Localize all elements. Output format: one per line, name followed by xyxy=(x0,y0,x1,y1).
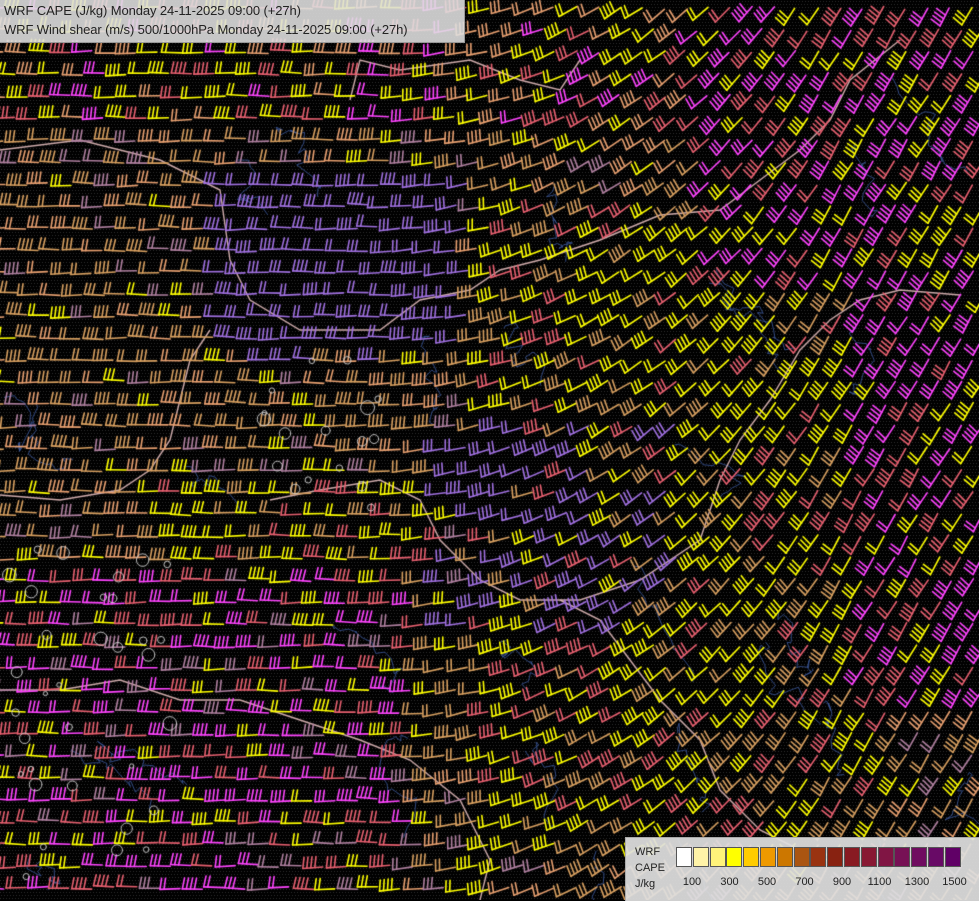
cape-legend: WRF CAPE J/kg 100 300 500 700 900 1100 1300 150… xyxy=(625,837,979,901)
legend-swatch xyxy=(860,847,877,867)
map-title-box: WRF CAPE (J/kg) Monday 24-11-2025 09:00 … xyxy=(0,0,465,43)
legend-swatch xyxy=(911,847,928,867)
legend-swatch xyxy=(743,847,760,867)
legend-tick: 100 xyxy=(682,876,702,888)
legend-swatch xyxy=(877,847,894,867)
legend-model-label: WRF xyxy=(635,846,661,858)
legend-tick: 900 xyxy=(832,876,852,888)
legend-tick: 1500 xyxy=(942,876,967,888)
legend-color-scale xyxy=(676,847,962,869)
legend-unit-label: J/kg xyxy=(635,878,656,890)
legend-swatch xyxy=(927,847,944,867)
legend-tick: 1100 xyxy=(867,876,892,888)
legend-swatch xyxy=(709,847,726,867)
legend-swatch xyxy=(810,847,827,867)
legend-swatch xyxy=(759,847,776,867)
legend-swatch xyxy=(726,847,743,867)
legend-tick-labels: 100 300 500 700 900 1100 1300 1500 xyxy=(676,876,976,890)
wind-shear-barb-map xyxy=(0,0,979,900)
legend-swatch xyxy=(692,847,709,867)
legend-tick: 1300 xyxy=(904,876,930,888)
legend-swatch xyxy=(944,847,961,867)
legend-tick: 700 xyxy=(795,876,814,888)
legend-swatch xyxy=(676,847,692,867)
legend-swatch xyxy=(776,847,793,867)
legend-swatch xyxy=(894,847,911,867)
legend-tick: 300 xyxy=(720,876,739,888)
legend-variable-label: CAPE xyxy=(635,862,665,874)
legend-swatch xyxy=(827,847,844,867)
cape-title: WRF CAPE (J/kg) Monday 24-11-2025 09:00 … xyxy=(4,3,301,18)
wind-shear-title: WRF Wind shear (m/s) 500/1000hPa Monday … xyxy=(4,22,408,37)
legend-swatch xyxy=(793,847,810,867)
legend-swatch xyxy=(843,847,860,867)
legend-tick: 500 xyxy=(757,876,777,888)
